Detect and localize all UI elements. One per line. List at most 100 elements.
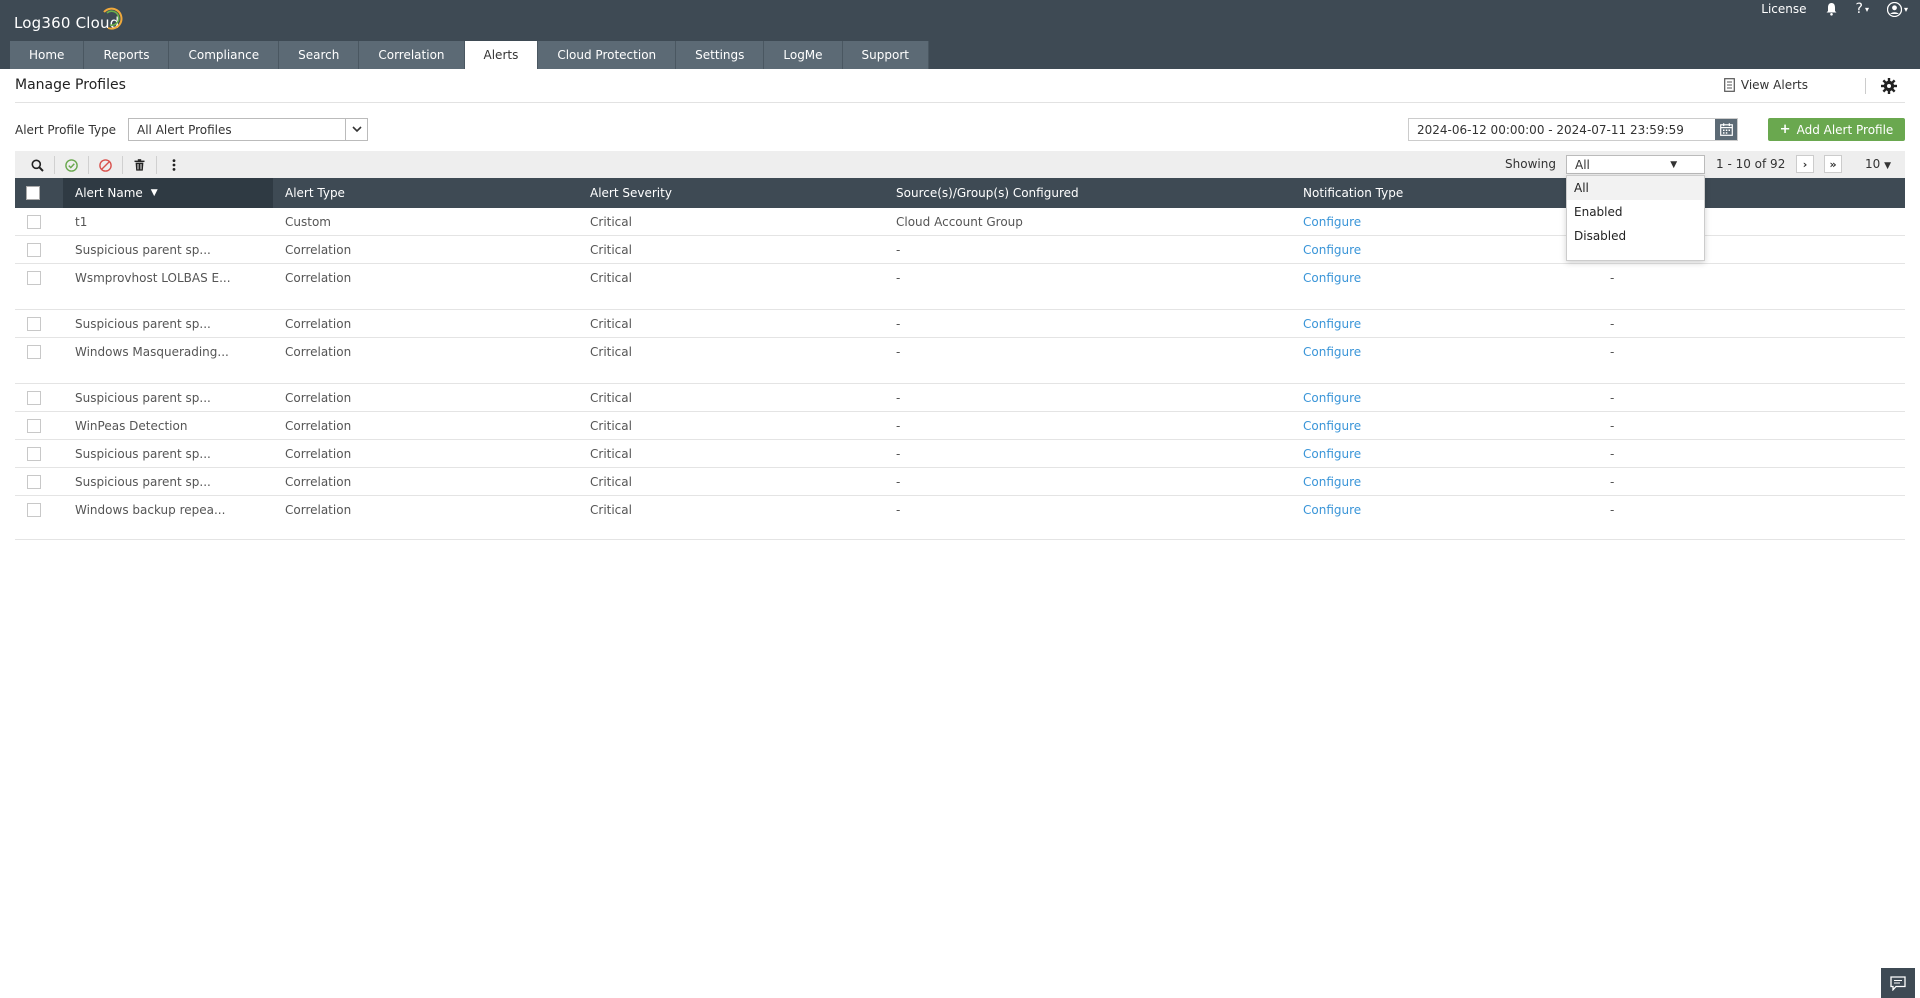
configure-link[interactable]: Configure: [1303, 271, 1361, 285]
calendar-icon[interactable]: [1715, 119, 1737, 140]
alert-name-cell[interactable]: Windows Masquerading...: [75, 345, 229, 359]
row-checkbox[interactable]: [27, 503, 41, 517]
showing-label: Showing: [1505, 157, 1556, 171]
user-icon[interactable]: ▾: [1886, 1, 1908, 17]
showing-dropdown-menu: All Enabled Disabled: [1566, 175, 1705, 261]
configure-link[interactable]: Configure: [1303, 317, 1361, 331]
showing-select[interactable]: All ▼: [1566, 155, 1705, 174]
enable-icon[interactable]: [55, 156, 89, 174]
configure-link[interactable]: Configure: [1303, 447, 1361, 461]
row-checkbox[interactable]: [27, 419, 41, 433]
date-range-field[interactable]: 2024-06-12 00:00:00 - 2024-07-11 23:59:5…: [1408, 118, 1738, 141]
tab-cloud-protection[interactable]: Cloud Protection: [538, 41, 677, 69]
configure-link[interactable]: Configure: [1303, 215, 1361, 229]
tab-support[interactable]: Support: [842, 41, 929, 69]
next-page-icon[interactable]: ›: [1796, 155, 1814, 173]
row-checkbox[interactable]: [27, 243, 41, 257]
page-title: Manage Profiles: [15, 77, 126, 93]
row-checkbox[interactable]: [27, 317, 41, 331]
table-row[interactable]: Wsmprovhost LOLBAS E... Correlation Crit…: [15, 264, 1905, 310]
row-checkbox[interactable]: [27, 447, 41, 461]
showing-option-enabled[interactable]: Enabled: [1567, 200, 1704, 224]
alert-severity-cell: Critical: [590, 475, 632, 489]
disable-icon[interactable]: [89, 156, 123, 174]
extra-cell: -: [1610, 503, 1615, 517]
extra-cell: -: [1610, 475, 1615, 489]
view-alerts-button[interactable]: View Alerts: [1723, 78, 1808, 92]
col-alert-name[interactable]: Alert Name ▼: [75, 178, 158, 208]
showing-option-all[interactable]: All: [1567, 176, 1704, 200]
tab-logme[interactable]: LogMe: [764, 41, 843, 69]
per-page-select[interactable]: 10 ▼: [1865, 157, 1891, 171]
add-alert-profile-label: Add Alert Profile: [1796, 122, 1894, 137]
configure-link[interactable]: Configure: [1303, 243, 1361, 257]
tab-compliance[interactable]: Compliance: [169, 41, 280, 69]
alert-name-cell[interactable]: Suspicious parent sp...: [75, 243, 211, 257]
row-checkbox[interactable]: [27, 391, 41, 405]
add-alert-profile-button[interactable]: + Add Alert Profile: [1768, 118, 1905, 141]
chevron-down-icon[interactable]: [345, 119, 367, 140]
table-row[interactable]: Suspicious parent sp... Correlation Crit…: [15, 310, 1905, 338]
chat-icon[interactable]: [1881, 968, 1915, 998]
tab-reports[interactable]: Reports: [84, 41, 170, 69]
more-icon[interactable]: [157, 156, 191, 174]
table-row[interactable]: Suspicious parent sp... Correlation Crit…: [15, 468, 1905, 496]
col-sources[interactable]: Source(s)/Group(s) Configured: [896, 178, 1079, 208]
source-cell: -: [896, 271, 901, 285]
alert-severity-cell: Critical: [590, 345, 632, 359]
tab-correlation[interactable]: Correlation: [359, 41, 465, 69]
alert-severity-cell: Critical: [590, 419, 632, 433]
alert-name-cell[interactable]: Suspicious parent sp...: [75, 475, 211, 489]
alert-profile-type-label: Alert Profile Type: [15, 123, 117, 137]
alert-type-cell: Correlation: [285, 243, 352, 257]
alert-severity-cell: Critical: [590, 215, 632, 229]
tab-home[interactable]: Home: [10, 41, 85, 69]
document-icon: [1723, 78, 1735, 92]
alert-profile-type-select[interactable]: All Alert Profiles: [128, 118, 368, 141]
gear-icon[interactable]: [1880, 77, 1898, 95]
alert-name-cell[interactable]: Suspicious parent sp...: [75, 391, 211, 405]
row-checkbox[interactable]: [27, 271, 41, 285]
alert-name-cell[interactable]: WinPeas Detection: [75, 419, 187, 433]
col-notification-type[interactable]: Notification Type: [1303, 178, 1403, 208]
showing-value: All: [1575, 157, 1590, 172]
configure-link[interactable]: Configure: [1303, 475, 1361, 489]
table-row[interactable]: Suspicious parent sp... Correlation Crit…: [15, 384, 1905, 412]
alert-name-cell[interactable]: Windows backup repea...: [75, 503, 225, 517]
row-checkbox[interactable]: [27, 475, 41, 489]
tab-search[interactable]: Search: [279, 41, 360, 69]
search-icon[interactable]: [21, 156, 55, 174]
col-alert-severity[interactable]: Alert Severity: [590, 178, 672, 208]
row-checkbox[interactable]: [27, 345, 41, 359]
configure-link[interactable]: Configure: [1303, 503, 1361, 517]
last-page-icon[interactable]: »: [1824, 155, 1842, 173]
extra-cell: -: [1610, 447, 1615, 461]
table-row[interactable]: Windows Masquerading... Correlation Crit…: [15, 338, 1905, 384]
configure-link[interactable]: Configure: [1303, 345, 1361, 359]
col-alert-type[interactable]: Alert Type: [285, 178, 345, 208]
source-cell: -: [896, 243, 901, 257]
bell-icon[interactable]: [1825, 2, 1838, 16]
tab-alerts[interactable]: Alerts: [464, 41, 539, 69]
select-all-checkbox[interactable]: [26, 178, 40, 208]
configure-link[interactable]: Configure: [1303, 391, 1361, 405]
alert-type-cell: Correlation: [285, 317, 352, 331]
extra-cell: -: [1610, 419, 1615, 433]
alert-severity-cell: Critical: [590, 271, 632, 285]
tab-settings[interactable]: Settings: [676, 41, 765, 69]
delete-icon[interactable]: [123, 156, 157, 174]
table-row[interactable]: WinPeas Detection Correlation Critical -…: [15, 412, 1905, 440]
alert-name-cell[interactable]: Wsmprovhost LOLBAS E...: [75, 271, 231, 285]
alert-name-cell[interactable]: Suspicious parent sp...: [75, 447, 211, 461]
toolbar-actions: [21, 156, 191, 174]
alert-name-cell[interactable]: Suspicious parent sp...: [75, 317, 211, 331]
license-link[interactable]: License: [1761, 2, 1806, 16]
table-row[interactable]: Suspicious parent sp... Correlation Crit…: [15, 440, 1905, 468]
alert-type-cell: Correlation: [285, 475, 352, 489]
showing-option-disabled[interactable]: Disabled: [1567, 224, 1704, 248]
row-checkbox[interactable]: [27, 215, 41, 229]
help-icon[interactable]: ? ▾: [1856, 1, 1869, 17]
table-row[interactable]: Windows backup repea... Correlation Crit…: [15, 496, 1905, 540]
configure-link[interactable]: Configure: [1303, 419, 1361, 433]
alert-name-cell[interactable]: t1: [75, 215, 87, 229]
